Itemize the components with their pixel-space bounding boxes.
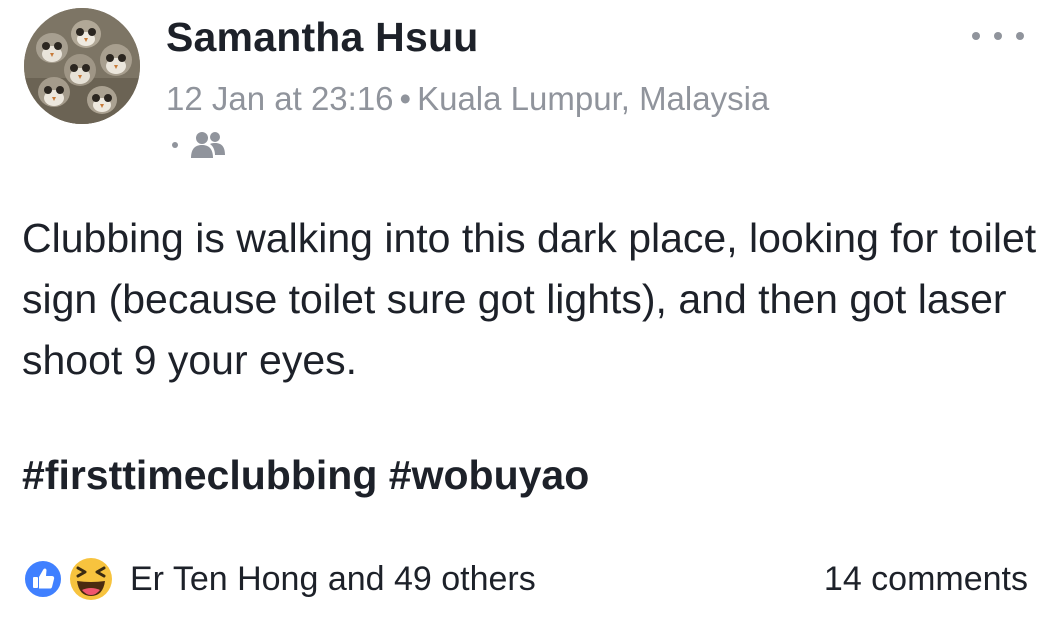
more-options-button[interactable] — [972, 22, 1024, 50]
feed-post: Samantha Hsuu 12 Jan at 23:16 • Kuala Lump… — [0, 0, 1064, 627]
author-name[interactable]: Samantha Hsuu — [166, 14, 478, 61]
post-meta: 12 Jan at 23:16 • Kuala Lumpur, Malaysia — [166, 80, 769, 118]
meta-separator: • — [399, 80, 412, 117]
hashtag-link[interactable]: #wobuyao — [389, 452, 589, 498]
post-timestamp[interactable]: 12 Jan at 23:16 — [166, 80, 394, 117]
porg-avatar-icon — [24, 8, 140, 124]
reaction-icons — [22, 556, 122, 602]
haha-icon — [68, 556, 114, 602]
like-icon — [22, 558, 64, 600]
reactions-summary[interactable]: Er Ten Hong and 49 others — [22, 556, 536, 602]
author-avatar[interactable] — [24, 8, 140, 124]
comments-count-link[interactable]: 14 comments — [824, 560, 1028, 599]
post-location[interactable]: Kuala Lumpur, Malaysia — [417, 80, 769, 117]
friends-icon — [191, 132, 225, 158]
more-options-icon-dot — [994, 32, 1002, 40]
more-options-icon-dot — [1016, 32, 1024, 40]
post-body-text: Clubbing is walking into this dark place… — [22, 215, 1037, 383]
reactors-text: Er Ten Hong and 49 others — [130, 559, 536, 598]
privacy-dot — [172, 142, 178, 148]
hashtag-link[interactable]: #firsttimeclubbing — [22, 452, 377, 498]
more-options-icon-dot — [972, 32, 980, 40]
audience-selector — [172, 128, 226, 162]
post-hashtags: #firsttimeclubbing #wobuyao — [22, 452, 589, 499]
